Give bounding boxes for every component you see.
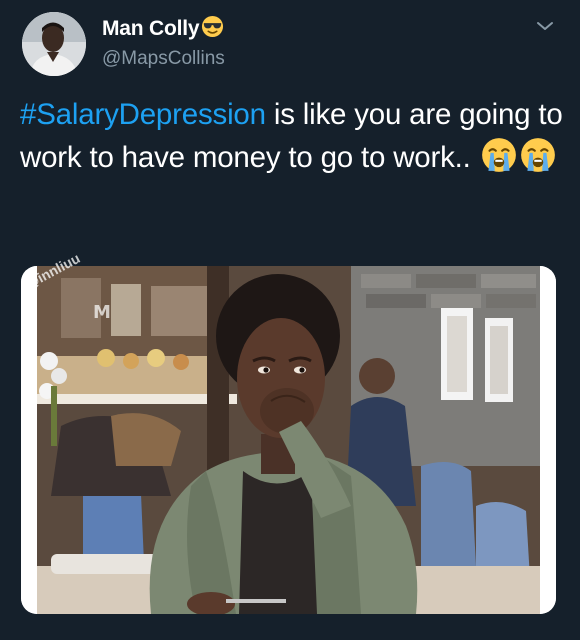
display-name-text: Man Colly: [102, 17, 200, 40]
svg-text:M: M: [93, 302, 111, 323]
tweet-photo[interactable]: M: [21, 266, 556, 614]
chevron-down-icon[interactable]: [534, 18, 556, 34]
display-name[interactable]: Man Colly: [102, 15, 224, 44]
hashtag-link[interactable]: #SalaryDepression: [20, 98, 266, 131]
tweet-text: #SalaryDepression is like you are going …: [20, 94, 565, 186]
loudly-crying-face-icon: [480, 136, 518, 186]
smiling-face-with-sunglasses-icon: [201, 15, 224, 44]
avatar[interactable]: [22, 12, 86, 76]
loudly-crying-face-icon: [519, 136, 557, 186]
tweet: Man Colly @MapsCollins #SalaryDepression…: [0, 0, 580, 640]
handle[interactable]: @MapsCollins: [102, 48, 225, 70]
